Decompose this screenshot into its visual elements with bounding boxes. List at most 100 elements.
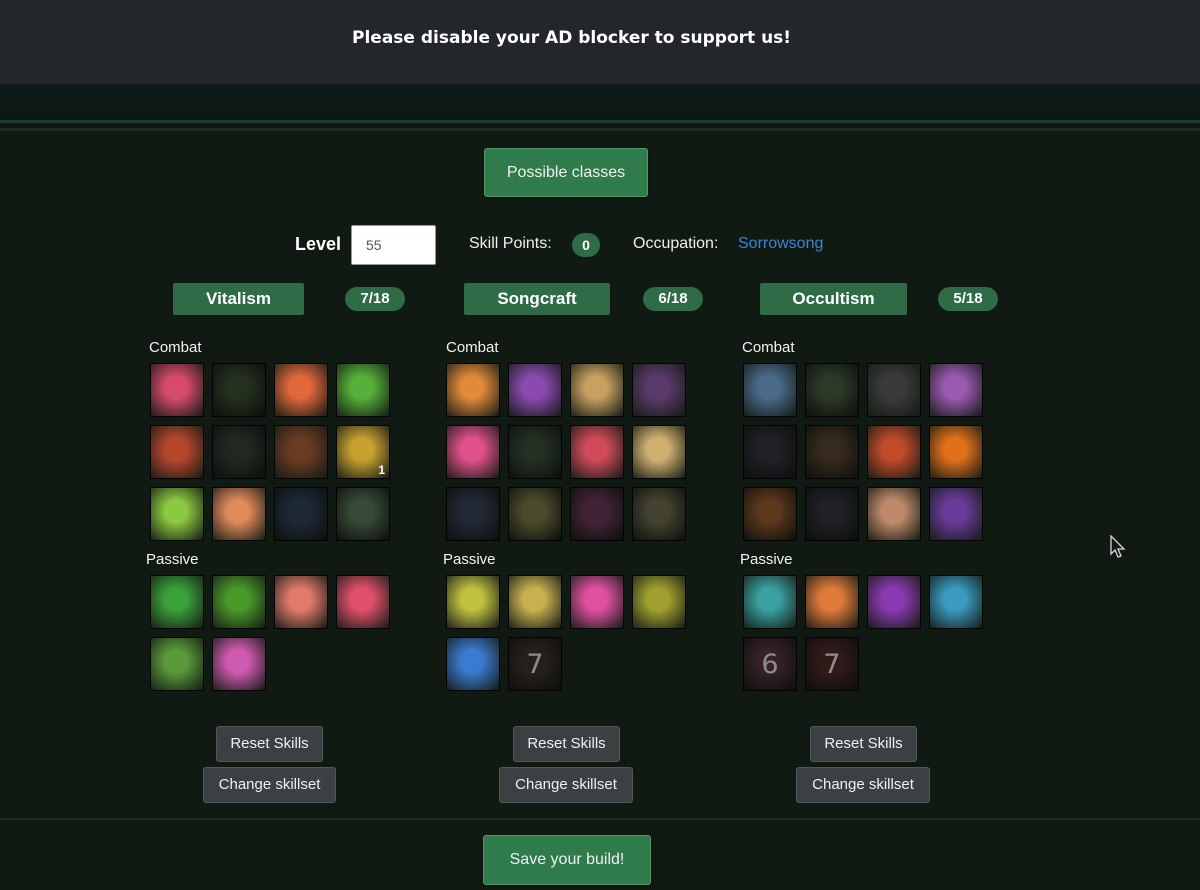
teal-swirl-icon[interactable] bbox=[743, 575, 797, 629]
change-skillset-button[interactable]: Change skillset bbox=[499, 767, 633, 803]
silhouette-icon[interactable] bbox=[336, 363, 390, 417]
skill-points-label: Skill Points: bbox=[469, 235, 552, 252]
tree-title: Occultism bbox=[760, 283, 907, 315]
cross-icon[interactable] bbox=[274, 425, 328, 479]
hooded-woman-icon[interactable] bbox=[867, 575, 921, 629]
tree-points-badge: 6/18 bbox=[643, 287, 703, 311]
horn-icon[interactable] bbox=[508, 487, 562, 541]
skill-points-badge: 0 bbox=[572, 233, 600, 257]
level-label: Level bbox=[295, 234, 342, 254]
ad-blocker-banner: Please disable your AD blocker to suppor… bbox=[0, 0, 1200, 84]
tree-points-badge: 7/18 bbox=[345, 287, 405, 311]
treble-clef-icon[interactable] bbox=[570, 363, 624, 417]
music-notes-icon[interactable] bbox=[570, 425, 624, 479]
flame-burst-icon[interactable] bbox=[805, 575, 859, 629]
skill-rank: 1 bbox=[378, 463, 385, 477]
spear-icon[interactable] bbox=[150, 425, 204, 479]
passive-label: Passive bbox=[443, 551, 496, 568]
locked-seven-icon[interactable]: 7 bbox=[508, 637, 562, 691]
possible-classes-button[interactable]: Possible classes bbox=[484, 148, 648, 197]
green-burst-icon[interactable] bbox=[150, 575, 204, 629]
screaming-face-icon[interactable] bbox=[632, 363, 686, 417]
combat-label: Combat bbox=[149, 339, 202, 356]
combat-skill-grid bbox=[743, 363, 983, 541]
purple-figure-icon[interactable] bbox=[929, 487, 983, 541]
dual-clef-icon[interactable] bbox=[446, 575, 500, 629]
hourglass-icon[interactable] bbox=[508, 575, 562, 629]
orange-eye-icon[interactable] bbox=[743, 487, 797, 541]
demon-eye-icon[interactable] bbox=[867, 425, 921, 479]
divider bbox=[0, 128, 1200, 131]
tuning-fork-icon[interactable] bbox=[446, 363, 500, 417]
reset-skills-button[interactable]: Reset Skills bbox=[216, 726, 323, 762]
divider bbox=[0, 120, 1200, 123]
dark-hand-icon[interactable] bbox=[743, 363, 797, 417]
tree-points-badge: 5/18 bbox=[938, 287, 998, 311]
fire-figure-icon[interactable] bbox=[929, 425, 983, 479]
skill-number: 6 bbox=[761, 648, 779, 680]
change-skillset-button[interactable]: Change skillset bbox=[203, 767, 336, 803]
heart-hand-icon[interactable] bbox=[336, 575, 390, 629]
combat-label: Combat bbox=[446, 339, 499, 356]
coffin-icon[interactable] bbox=[929, 363, 983, 417]
reset-skills-button[interactable]: Reset Skills bbox=[513, 726, 620, 762]
combat-skill-grid: 1 bbox=[150, 363, 390, 541]
passive-label: Passive bbox=[740, 551, 793, 568]
hooded-icon[interactable] bbox=[805, 487, 859, 541]
combat-label: Combat bbox=[742, 339, 795, 356]
hands-icon[interactable] bbox=[274, 487, 328, 541]
occupation-link[interactable]: Sorrowsong bbox=[738, 235, 823, 253]
skill-tree-songcraft: Songcraft 6/18 Combat Passive 7 Reset Sk… bbox=[443, 283, 735, 813]
heart-hands-icon[interactable] bbox=[274, 575, 328, 629]
glow-icon[interactable] bbox=[336, 487, 390, 541]
locked-seven-icon[interactable]: 7 bbox=[805, 637, 859, 691]
shadow-figure-icon[interactable] bbox=[743, 425, 797, 479]
mouse-cursor-icon bbox=[1110, 535, 1126, 558]
change-skillset-button[interactable]: Change skillset bbox=[796, 767, 930, 803]
reset-skills-button[interactable]: Reset Skills bbox=[810, 726, 917, 762]
web-icon[interactable] bbox=[805, 425, 859, 479]
tree-title: Songcraft bbox=[464, 283, 610, 315]
lute-icon[interactable] bbox=[632, 575, 686, 629]
claw-icon[interactable] bbox=[212, 575, 266, 629]
clef-icon[interactable] bbox=[508, 425, 562, 479]
harp-icon[interactable] bbox=[446, 487, 500, 541]
heart-outline-icon[interactable] bbox=[150, 637, 204, 691]
pink-heart-icon[interactable] bbox=[212, 637, 266, 691]
radiant-figure-icon[interactable] bbox=[212, 487, 266, 541]
passive-skill-grid: 67 bbox=[743, 575, 983, 691]
blue-hand-icon[interactable] bbox=[446, 637, 500, 691]
claw-grass-icon[interactable] bbox=[805, 363, 859, 417]
tree-title: Vitalism bbox=[173, 283, 304, 315]
combat-skill-grid bbox=[446, 363, 686, 541]
note-wave-icon[interactable] bbox=[508, 363, 562, 417]
skill-number: 7 bbox=[823, 648, 841, 680]
skill-number: 7 bbox=[526, 648, 544, 680]
level-input[interactable] bbox=[351, 225, 436, 265]
divider bbox=[0, 818, 1200, 820]
plus-icon[interactable]: 1 bbox=[336, 425, 390, 479]
passive-skill-grid bbox=[150, 575, 390, 691]
raised-hand-icon[interactable] bbox=[274, 363, 328, 417]
skill-tree-vitalism: Vitalism 7/18 Combat 1 Passive Reset Ski… bbox=[146, 283, 438, 813]
cowl-icon[interactable] bbox=[867, 363, 921, 417]
passive-skill-grid: 7 bbox=[446, 575, 686, 691]
pink-streak-icon[interactable] bbox=[570, 575, 624, 629]
spiral-icon[interactable] bbox=[929, 575, 983, 629]
skull-figure-icon[interactable] bbox=[632, 487, 686, 541]
skull-icon[interactable] bbox=[867, 487, 921, 541]
occupation-label: Occupation: bbox=[633, 235, 719, 252]
burst-icon[interactable] bbox=[150, 363, 204, 417]
passive-label: Passive bbox=[146, 551, 199, 568]
decorative-band bbox=[0, 84, 1200, 124]
dancing-foot-icon[interactable] bbox=[446, 425, 500, 479]
locked-six-icon[interactable]: 6 bbox=[743, 637, 797, 691]
banner-message: Please disable your AD blocker to suppor… bbox=[352, 28, 792, 48]
figures-icon[interactable] bbox=[212, 425, 266, 479]
sword-icon[interactable] bbox=[570, 487, 624, 541]
skill-tree-occultism: Occultism 5/18 Combat Passive 67 Reset S… bbox=[740, 283, 1032, 813]
seed-icon[interactable] bbox=[150, 487, 204, 541]
save-build-button[interactable]: Save your build! bbox=[483, 835, 651, 885]
vines-icon[interactable] bbox=[212, 363, 266, 417]
clef-notes-icon[interactable] bbox=[632, 425, 686, 479]
